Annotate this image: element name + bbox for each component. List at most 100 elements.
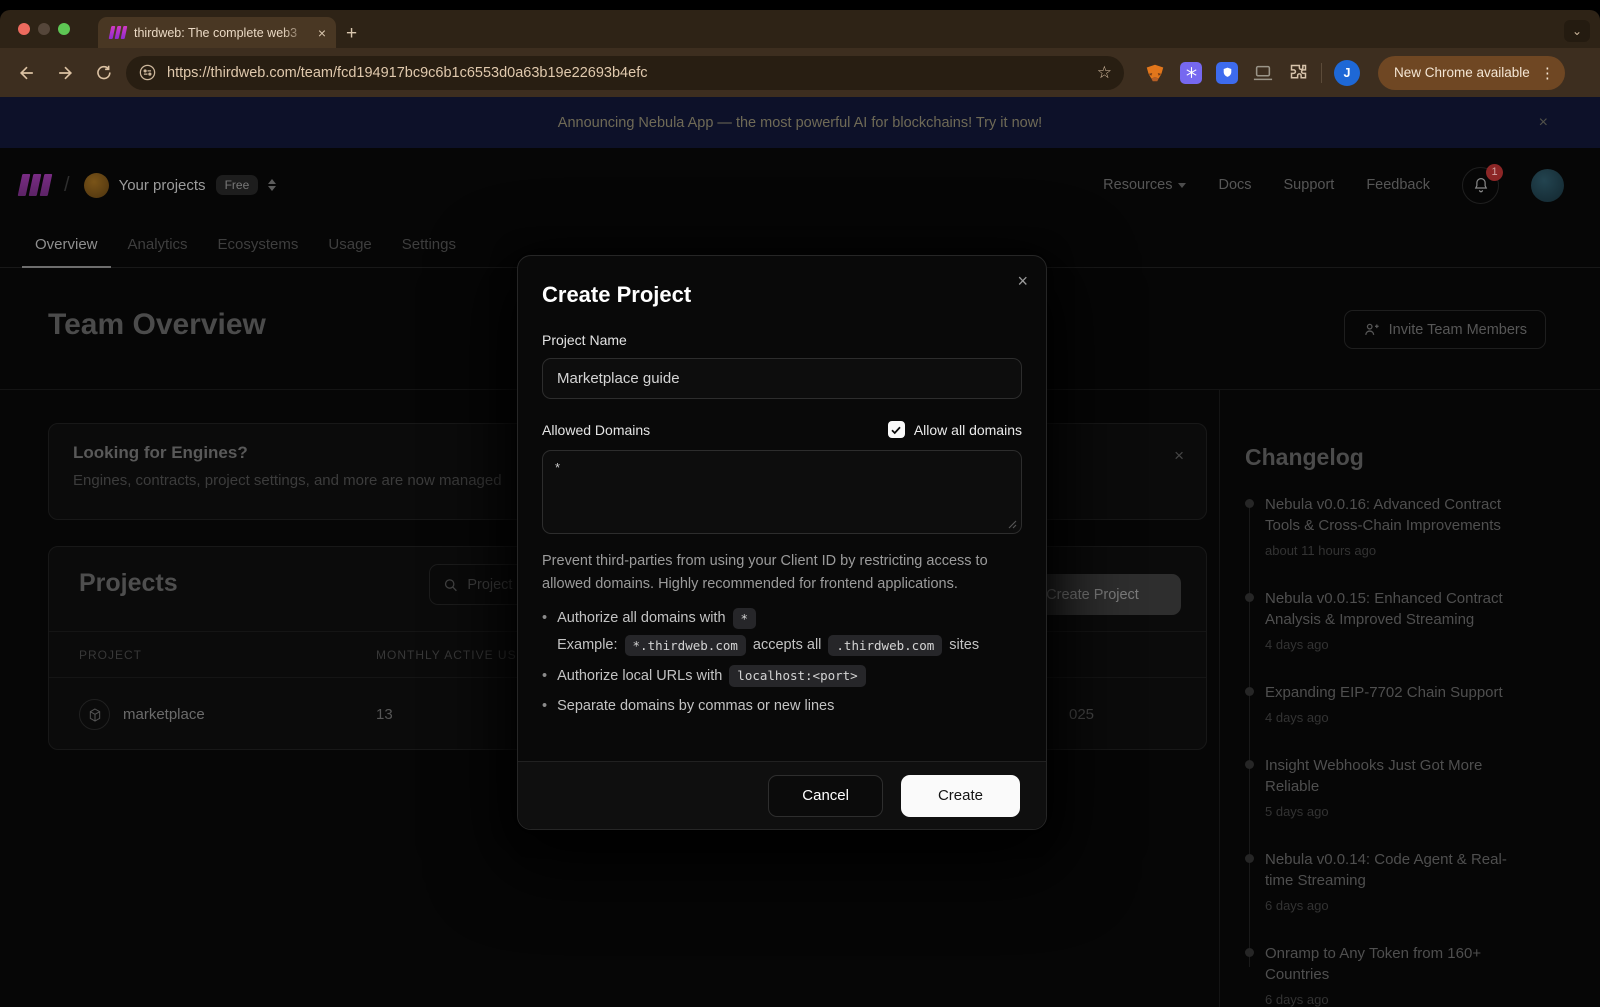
announcement-text: Announcing Nebula App — the most powerfu… xyxy=(558,115,1042,131)
notification-count-badge: 1 xyxy=(1486,164,1503,181)
create-button[interactable]: Create xyxy=(901,775,1020,817)
allowed-domains-textarea[interactable]: * xyxy=(542,450,1022,534)
user-avatar[interactable] xyxy=(1531,169,1564,202)
header-nav: Resources Docs Support Feedback 1 xyxy=(1103,167,1564,204)
changelog-item[interactable]: Insight Webhooks Just Got More Reliable … xyxy=(1245,755,1517,819)
minimize-window-button[interactable] xyxy=(38,23,50,35)
tab-usage[interactable]: Usage xyxy=(313,222,386,267)
search-icon xyxy=(443,577,458,593)
metamask-extension-icon[interactable] xyxy=(1144,62,1166,84)
rule-separators: • Separate domains by commas or new line… xyxy=(542,695,1022,717)
plan-badge: Free xyxy=(216,175,259,195)
rule-all-domains: • Authorize all domains with * Example: … xyxy=(542,607,1022,657)
reload-button[interactable] xyxy=(88,58,118,88)
forward-button[interactable] xyxy=(50,58,80,88)
project-mau: 13 xyxy=(376,706,393,723)
window-controls xyxy=(0,10,84,48)
tab-search-button[interactable]: ⌄ xyxy=(1564,20,1590,42)
domains-rules-list: • Authorize all domains with * Example: … xyxy=(542,607,1022,718)
changelog-item[interactable]: Nebula v0.0.15: Enhanced Contract Analys… xyxy=(1245,588,1517,652)
tab-analytics[interactable]: Analytics xyxy=(113,222,203,267)
team-name[interactable]: Your projects xyxy=(119,177,206,194)
code-wildcard-domain: *.thirdweb.com xyxy=(625,635,746,656)
laptop-extension-icon[interactable] xyxy=(1252,63,1274,83)
bookmark-star-icon[interactable]: ☆ xyxy=(1097,63,1112,83)
timeline-dot-icon xyxy=(1245,760,1254,769)
tab-close-icon[interactable]: × xyxy=(316,24,328,42)
notifications-button[interactable]: 1 xyxy=(1462,167,1499,204)
resize-grip-icon[interactable] xyxy=(1007,519,1017,529)
screen: thirdweb: The complete web3 × + ⌄ https:… xyxy=(0,0,1600,1007)
new-tab-button[interactable]: + xyxy=(346,24,357,43)
browser-tab-strip: thirdweb: The complete web3 × + ⌄ xyxy=(0,10,1600,48)
url-text[interactable]: https://thirdweb.com/team/fcd194917bc9c6… xyxy=(167,65,1087,81)
snowflake-extension-icon[interactable] xyxy=(1180,62,1202,84)
new-chrome-label: New Chrome available xyxy=(1394,65,1530,80)
modal-title: Create Project xyxy=(542,282,1022,308)
allow-all-domains-control[interactable]: Allow all domains xyxy=(888,421,1022,438)
tab-ecosystems[interactable]: Ecosystems xyxy=(203,222,314,267)
timeline-dot-icon xyxy=(1245,854,1254,863)
tab-title: thirdweb: The complete web3 xyxy=(134,26,308,40)
close-window-button[interactable] xyxy=(18,23,30,35)
invite-team-members-button[interactable]: Invite Team Members xyxy=(1344,310,1546,349)
browser-profile-avatar[interactable]: J xyxy=(1334,60,1360,86)
shield-extension-icon[interactable] xyxy=(1216,62,1238,84)
banner-close-icon[interactable]: × xyxy=(1539,114,1548,132)
back-button[interactable] xyxy=(12,58,42,88)
changelog-item[interactable]: Onramp to Any Token from 160+ Countries … xyxy=(1245,943,1517,1007)
modal-close-icon[interactable]: × xyxy=(1017,272,1028,290)
allow-all-domains-checkbox[interactable] xyxy=(888,421,905,438)
create-project-modal: × Create Project Project Name Allowed Do… xyxy=(517,255,1047,830)
new-chrome-available-button[interactable]: New Chrome available ⋮ xyxy=(1378,56,1565,90)
project-cube-icon xyxy=(79,699,110,730)
modal-footer: Cancel Create xyxy=(518,761,1046,829)
team-switcher-icon[interactable] xyxy=(268,179,276,191)
rule-local-urls: • Authorize local URLs with localhost:<p… xyxy=(542,665,1022,687)
maximize-window-button[interactable] xyxy=(58,23,70,35)
extensions-puzzle-icon[interactable] xyxy=(1288,62,1309,83)
breadcrumb-separator: / xyxy=(64,174,70,197)
chevron-down-icon xyxy=(1178,183,1186,188)
team-avatar[interactable] xyxy=(84,173,109,198)
changelog-panel: Changelog Nebula v0.0.16: Advanced Contr… xyxy=(1219,390,1600,1007)
forward-arrow-icon xyxy=(55,63,75,83)
site-settings-icon[interactable] xyxy=(138,63,157,82)
changelog-list: Nebula v0.0.16: Advanced Contract Tools … xyxy=(1245,494,1600,1007)
tab-settings[interactable]: Settings xyxy=(387,222,471,267)
cancel-button[interactable]: Cancel xyxy=(768,775,883,817)
nav-resources[interactable]: Resources xyxy=(1103,177,1186,193)
column-project: PROJECT xyxy=(79,648,376,662)
bell-icon xyxy=(1472,176,1490,194)
timeline-dot-icon xyxy=(1245,948,1254,957)
code-domain: .thirdweb.com xyxy=(828,635,942,656)
nav-support[interactable]: Support xyxy=(1284,177,1335,193)
browser-toolbar: https://thirdweb.com/team/fcd194917bc9c6… xyxy=(0,48,1600,97)
toolbar-separator xyxy=(1321,63,1322,83)
changelog-item[interactable]: Nebula v0.0.16: Advanced Contract Tools … xyxy=(1245,494,1517,558)
timeline-dot-icon xyxy=(1245,687,1254,696)
changelog-item[interactable]: Nebula v0.0.14: Code Agent & Real-time S… xyxy=(1245,849,1517,913)
reload-icon xyxy=(94,63,113,82)
domains-help-text: Prevent third-parties from using your Cl… xyxy=(542,550,1022,597)
thirdweb-logo-icon[interactable] xyxy=(20,174,50,196)
announcement-banner[interactable]: Announcing Nebula App — the most powerfu… xyxy=(0,97,1600,148)
browser-menu-icon[interactable]: ⋮ xyxy=(1540,64,1555,82)
project-name-input[interactable] xyxy=(542,358,1022,399)
engines-card-close-icon[interactable]: × xyxy=(1174,446,1184,466)
nav-feedback[interactable]: Feedback xyxy=(1366,177,1430,193)
project-name: marketplace xyxy=(123,706,205,723)
changelog-item[interactable]: Expanding EIP-7702 Chain Support 4 days … xyxy=(1245,682,1517,725)
nav-docs[interactable]: Docs xyxy=(1218,177,1251,193)
changelog-title: Changelog xyxy=(1245,444,1600,471)
project-name-label: Project Name xyxy=(542,332,1022,348)
back-arrow-icon xyxy=(17,63,37,83)
tab-overview[interactable]: Overview xyxy=(20,222,113,267)
allow-all-domains-label: Allow all domains xyxy=(914,422,1022,438)
timeline-dot-icon xyxy=(1245,499,1254,508)
browser-tab[interactable]: thirdweb: The complete web3 × xyxy=(98,17,336,48)
site-header: / Your projects Free Resources Docs Supp… xyxy=(0,148,1600,222)
address-bar[interactable]: https://thirdweb.com/team/fcd194917bc9c6… xyxy=(126,56,1124,90)
code-asterisk: * xyxy=(733,608,757,629)
page-title: Team Overview xyxy=(48,308,266,342)
